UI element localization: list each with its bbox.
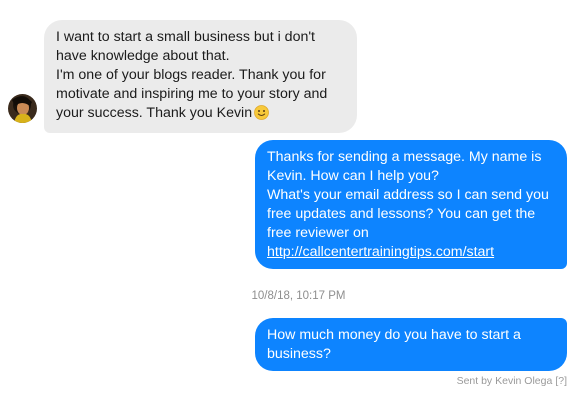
outgoing-message-bubble[interactable]: How much money do you have to start a bu… (255, 318, 567, 371)
outgoing-message-bubble[interactable]: Thanks for sending a message. My name is… (255, 140, 567, 269)
message-timestamp: 10/8/18, 10:17 PM (251, 290, 346, 302)
message-line: Kevin. How can I help you? (267, 168, 439, 184)
smiley-emoji-icon (254, 105, 270, 126)
avatar-image (8, 94, 37, 123)
sent-by-label: Sent by Kevin Olega [?] (457, 375, 567, 387)
reviewer-link[interactable]: http://callcentertrainingtips.com/start (267, 244, 494, 260)
incoming-message-bubble[interactable]: I want to start a small business but i d… (44, 20, 357, 133)
message-line: have knowledge about that. (56, 48, 230, 64)
message-line: business? (267, 346, 331, 362)
message-line: Thanks for sending a message. My name is (267, 149, 542, 165)
message-line-with-emoji: your success. Thank you Kevin (56, 104, 345, 126)
message-line: What's your email address so I can send … (267, 187, 549, 203)
message-line: free updates and lessons? You can get th… (267, 206, 536, 222)
message-line: I'm one of your blogs reader. Thank you … (56, 67, 326, 83)
message-line: How much money do you have to start a (267, 327, 521, 343)
help-marker[interactable]: [?] (555, 375, 567, 387)
message-line: motivate and inspiring me to your story … (56, 86, 328, 102)
chat-thread: I want to start a small business but i d… (0, 0, 577, 400)
sent-by-text: Sent by Kevin Olega (456, 375, 553, 387)
sender-avatar[interactable] (8, 94, 37, 123)
message-line: your success. Thank you Kevin (56, 105, 253, 121)
message-line: free reviewer on (267, 225, 369, 241)
message-line: I want to start a small business but i d… (56, 29, 315, 45)
